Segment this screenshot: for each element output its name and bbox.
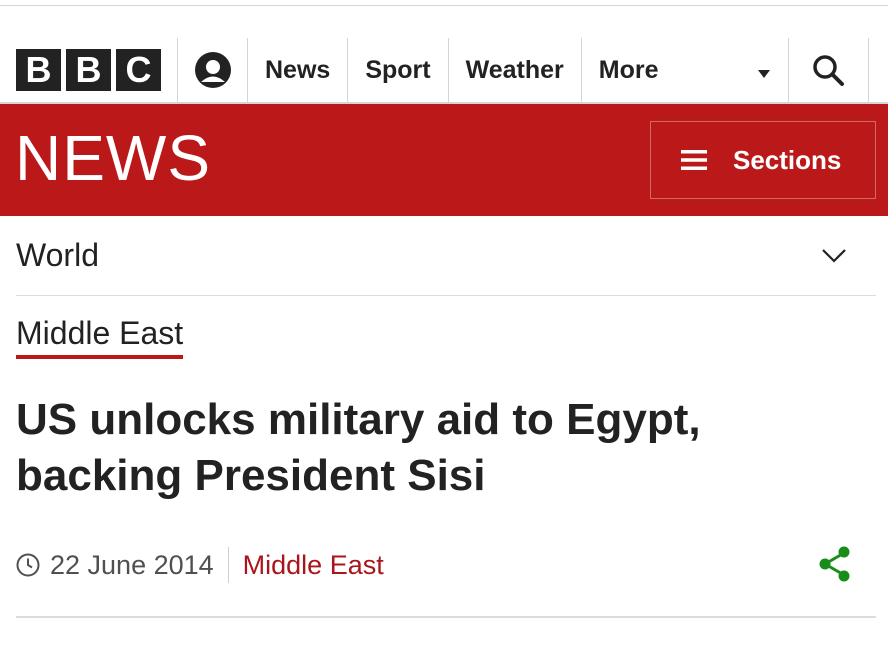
nav-more-button[interactable]: More <box>582 38 789 102</box>
section-tag[interactable]: Middle East <box>16 314 184 360</box>
share-button[interactable] <box>818 546 852 582</box>
region-nav[interactable]: World <box>16 216 876 296</box>
dropdown-triangle-icon <box>757 70 770 78</box>
news-banner: NEWS Sections <box>0 104 888 216</box>
nav-sport[interactable]: Sport <box>348 38 449 102</box>
bbc-logo-block: B <box>16 49 61 91</box>
sections-label: Sections <box>733 144 842 175</box>
bbc-logo[interactable]: B B C <box>0 38 178 102</box>
article-headline: US unlocks military aid to Egypt, backin… <box>16 395 701 500</box>
bbc-logo-block: B <box>66 49 111 91</box>
nav-news[interactable]: News <box>248 38 349 102</box>
share-icon <box>819 546 850 582</box>
nav-more-label: More <box>598 55 659 84</box>
search-button[interactable] <box>789 38 869 102</box>
article-section-link[interactable]: Middle East <box>229 550 384 581</box>
account-button[interactable] <box>178 38 248 102</box>
hamburger-icon <box>681 150 707 170</box>
sections-button[interactable]: Sections <box>650 121 876 199</box>
article-date: 22 June 2014 <box>50 547 229 583</box>
search-icon <box>813 55 845 86</box>
account-icon <box>194 52 231 88</box>
nav-weather[interactable]: Weather <box>449 38 582 102</box>
news-wordmark[interactable]: NEWS <box>15 126 211 190</box>
article-meta: 22 June 2014 Middle East <box>16 546 876 584</box>
chevron-down-icon[interactable] <box>822 248 846 263</box>
bbc-logo-block: C <box>116 49 161 91</box>
top-rule <box>0 0 888 6</box>
region-label: World <box>16 237 99 273</box>
content-divider <box>16 616 876 618</box>
global-nav: B B C News Sport Weather More <box>0 38 888 102</box>
clock-icon <box>16 553 40 577</box>
